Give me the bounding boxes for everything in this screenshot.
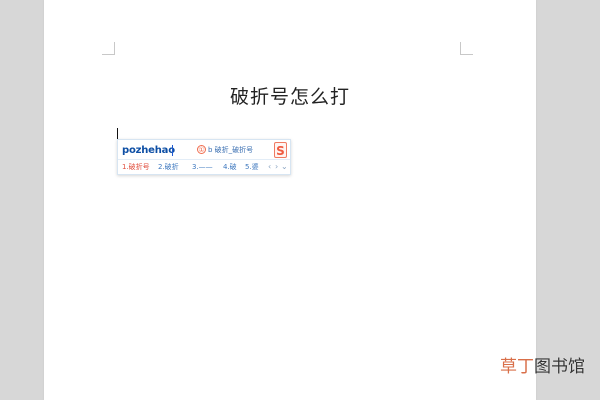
candidate-2[interactable]: 2.破折 [158,161,179,173]
chevron-down-icon[interactable]: ⌄ [281,161,288,173]
watermark-dark-text: 图书馆 [534,357,585,377]
ime-page-controls: ‹ › ⌄ [268,161,288,173]
ime-divider [118,159,290,160]
top-left-margin-corner [102,42,115,55]
document-title[interactable]: 破折号怎么打 [44,82,536,109]
candidate-3[interactable]: 3.—— [192,161,213,173]
ime-pinyin-input[interactable]: pozhehao [122,143,175,158]
ime-caret [172,145,173,156]
ime-tip-text: b 破折_破折号 [208,146,254,154]
watermark-accent-text: 草丁 [500,357,534,377]
ime-candidate-popup: pozhehao ① b 破折_破折号 S 1.破折号 2.破折 3.—— 4.… [117,139,291,175]
ime-candidates-row: 1.破折号 2.破折 3.—— 4.破 5.婆 ‹ › ⌄ [122,161,288,173]
ime-tip-icon: ① [197,145,206,154]
candidate-5[interactable]: 5.婆 [245,161,259,173]
ime-input-row: pozhehao ① b 破折_破折号 S [122,142,287,158]
ime-logo-icon: S [274,142,287,158]
candidate-1[interactable]: 1.破折号 [122,161,150,173]
next-page-icon[interactable]: › [275,161,278,173]
watermark-logo: 草丁图书馆 [500,357,592,377]
top-right-margin-corner [460,42,473,55]
document-page: 破折号怎么打 pozhehao ① b 破折_破折号 S 1.破折号 2.破折 … [44,0,536,400]
previous-page-icon[interactable]: ‹ [268,161,271,173]
candidate-4[interactable]: 4.破 [223,161,237,173]
